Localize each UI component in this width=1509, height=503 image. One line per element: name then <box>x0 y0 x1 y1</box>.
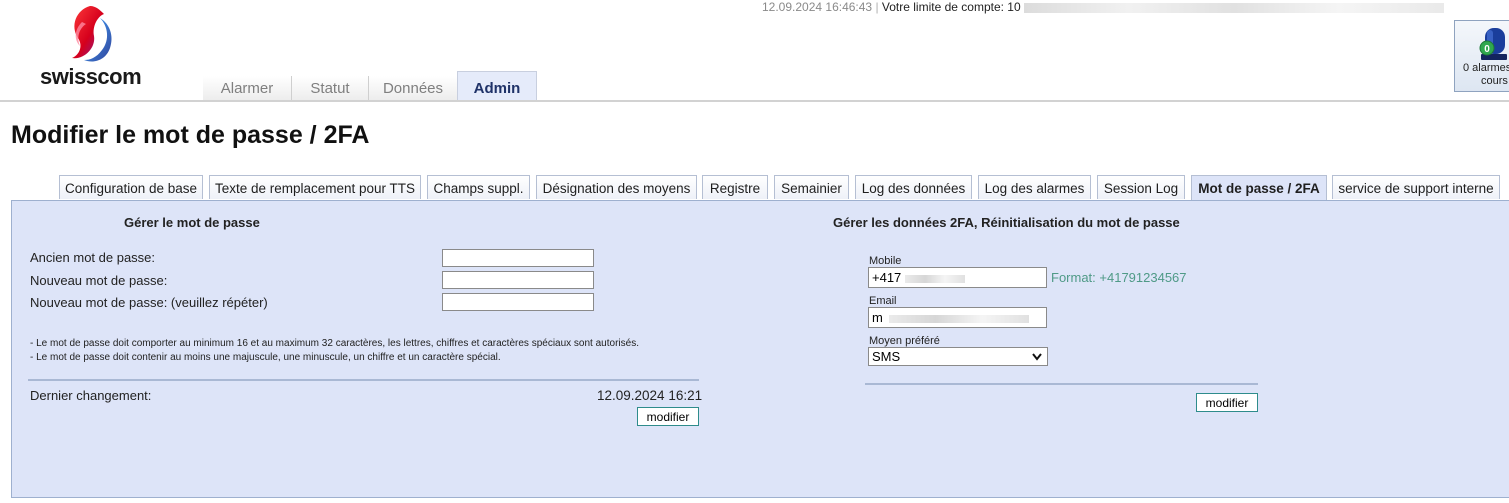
subtab-texte-remplacement-tts[interactable]: Texte de remplacement pour TTS <box>209 175 421 199</box>
email-value: m <box>872 310 883 325</box>
old-password-input[interactable] <box>442 249 594 267</box>
page-title: Modifier le mot de passe / 2FA <box>11 121 370 149</box>
subtab-registre[interactable]: Registre <box>702 175 768 199</box>
subtab-log-des-alarmes[interactable]: Log des alarmes <box>978 175 1091 199</box>
mobile-input[interactable]: +417 <box>868 267 1047 288</box>
twofa-divider <box>865 383 1258 385</box>
chevron-down-icon <box>1032 353 1042 361</box>
password-divider <box>28 379 699 381</box>
repeat-password-input[interactable] <box>442 293 594 311</box>
subtab-mot-de-passe-2fa[interactable]: Mot de passe / 2FA <box>1191 175 1327 201</box>
mobile-value: +417 <box>872 270 902 285</box>
email-label: Email <box>869 295 897 307</box>
alarm-label: 0 alarmes cours <box>1463 62 1509 88</box>
brand-name: swisscom <box>40 64 142 89</box>
subtab-log-des-donnees[interactable]: Log des données <box>855 175 972 199</box>
account-limit: Votre limite de compte: 10 <box>881 0 1021 14</box>
content-panel <box>11 200 1509 498</box>
repeat-password-label: Nouveau mot de passe: (veuillez répéter) <box>30 295 268 310</box>
alarm-beacon-icon: 0 <box>1479 28 1507 60</box>
redacted-email <box>888 314 1029 323</box>
mobile-format-hint: Format: +41791234567 <box>1051 270 1187 285</box>
preferred-method-label: Moyen préféré <box>869 335 940 347</box>
new-password-label: Nouveau mot de passe: <box>30 273 168 288</box>
twofa-section-title: Gérer les données 2FA, Réinitialisation … <box>833 215 1180 230</box>
subtab-champs-suppl[interactable]: Champs suppl. <box>427 175 530 199</box>
alarm-label-line2: cours <box>1481 75 1508 87</box>
tab-alarmer[interactable]: Alarmer <box>203 76 292 101</box>
tab-admin[interactable]: Admin <box>457 71 537 102</box>
old-password-label: Ancien mot de passe: <box>30 250 156 265</box>
password-section-title: Gérer le mot de passe <box>124 215 260 230</box>
redacted-text <box>1024 2 1444 13</box>
preferred-method-value: SMS <box>872 349 901 364</box>
top-status-bar: 12.09.2024 16:46:43 | Votre limite de co… <box>762 0 1444 14</box>
tab-donnees[interactable]: Données <box>369 76 458 101</box>
header-divider <box>0 100 1509 102</box>
email-input[interactable]: m <box>868 307 1047 328</box>
subtab-designation-des-moyens[interactable]: Désignation des moyens <box>536 175 697 199</box>
redacted-mobile <box>905 274 966 283</box>
password-rule-complexity: - Le mot de passe doit contenir au moins… <box>30 352 501 363</box>
new-password-input[interactable] <box>442 271 594 289</box>
last-change-value: 12.09.2024 16:21 <box>597 388 703 403</box>
alarm-count: 0 <box>1484 44 1490 55</box>
preferred-method-select[interactable]: SMS <box>868 347 1048 366</box>
subtab-service-support-interne[interactable]: service de support interne <box>1332 175 1500 199</box>
mobile-label: Mobile <box>869 255 902 267</box>
current-datetime: 12.09.2024 16:46:43 <box>762 0 873 14</box>
subtab-session-log[interactable]: Session Log <box>1097 175 1185 199</box>
alarm-label-line1: 0 alarmes <box>1463 62 1509 74</box>
subtab-semainier[interactable]: Semainier <box>774 175 849 199</box>
password-modify-button[interactable]: modifier <box>637 407 699 426</box>
tab-statut[interactable]: Statut <box>292 76 369 101</box>
twofa-modify-button[interactable]: modifier <box>1196 393 1258 412</box>
subtab-configuration-de-base[interactable]: Configuration de base <box>59 175 203 199</box>
last-change-label: Dernier changement: <box>30 388 152 403</box>
password-rule-length: - Le mot de passe doit comporter au mini… <box>30 338 639 349</box>
